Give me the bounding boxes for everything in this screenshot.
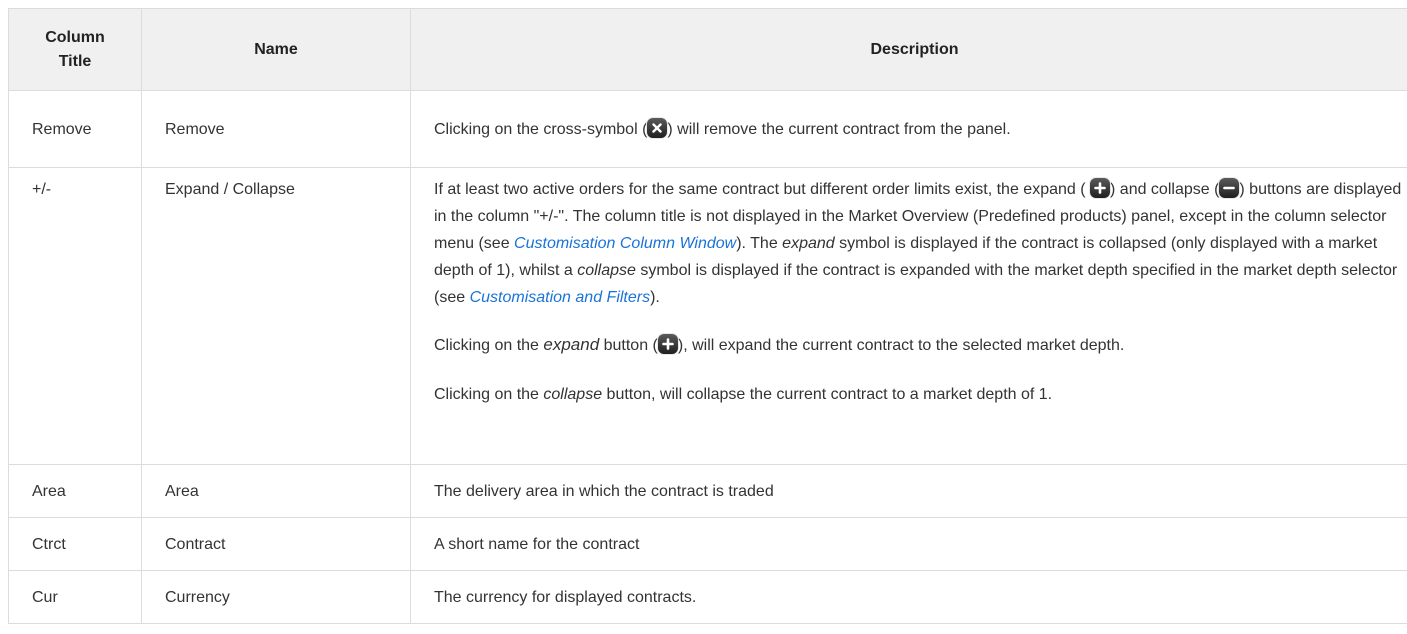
description-paragraph: Clicking on the collapse button, will co… bbox=[434, 381, 1407, 408]
cell-column-title: Area bbox=[8, 464, 142, 518]
header-row: Column Title Name Description bbox=[8, 8, 1407, 91]
cell-column-title: Remove bbox=[8, 90, 142, 168]
header-column-title: Column Title bbox=[8, 8, 142, 91]
table-row-contract: Ctrct Contract A short name for the cont… bbox=[8, 517, 1407, 571]
plus-icon bbox=[1090, 178, 1111, 198]
column-description-table: Column Title Name Description Remove Rem… bbox=[8, 8, 1407, 624]
table-row-remove: Remove Remove Clicking on the cross-symb… bbox=[8, 90, 1407, 168]
desc-text: ) will remove the current contract from … bbox=[667, 120, 1011, 138]
desc-text: If at least two active orders for the sa… bbox=[434, 181, 1091, 198]
desc-text: ) and collapse ( bbox=[1110, 181, 1220, 198]
desc-text: Clicking on the bbox=[434, 386, 544, 403]
cell-name: Currency bbox=[141, 570, 411, 624]
table-row-area: Area Area The delivery area in which the… bbox=[8, 464, 1407, 518]
cell-description: A short name for the contract bbox=[410, 517, 1407, 571]
cell-description: The delivery area in which the contract … bbox=[410, 464, 1407, 518]
desc-text: ). The bbox=[736, 235, 783, 252]
description-paragraph: Clicking on the expand button ( ), will e… bbox=[434, 331, 1407, 359]
cell-name: Remove bbox=[141, 90, 411, 168]
cell-column-title: Cur bbox=[8, 570, 142, 624]
cell-description: The currency for displayed contracts. bbox=[410, 570, 1407, 624]
table-header: Column Title Name Description bbox=[8, 8, 1407, 91]
desc-text: ), will expand the current contract to t… bbox=[677, 337, 1125, 354]
desc-text: Clicking on the bbox=[434, 337, 544, 354]
table-row-expand-collapse: +/- Expand / Collapse If at least two ac… bbox=[8, 167, 1407, 465]
table-body: Remove Remove Clicking on the cross-symb… bbox=[8, 90, 1407, 624]
cell-name: Expand / Collapse bbox=[141, 167, 411, 465]
table-row-currency: Cur Currency The currency for displayed … bbox=[8, 570, 1407, 624]
emphasis-expand: expand bbox=[543, 335, 600, 354]
cell-column-title: +/- bbox=[8, 167, 142, 465]
header-description: Description bbox=[410, 8, 1407, 91]
cell-description: Clicking on the cross-symbol ( ) will rem… bbox=[410, 90, 1407, 168]
emphasis-collapse: collapse bbox=[543, 386, 603, 403]
cell-name: Area bbox=[141, 464, 411, 518]
header-column-title-text: Column Title bbox=[45, 28, 105, 70]
desc-text: ). bbox=[650, 289, 660, 306]
emphasis-collapse: collapse bbox=[577, 262, 636, 279]
desc-text: button ( bbox=[599, 337, 658, 354]
plus-icon bbox=[657, 334, 678, 354]
cell-name: Contract bbox=[141, 517, 411, 571]
cross-icon bbox=[647, 117, 668, 138]
header-name: Name bbox=[141, 8, 411, 91]
minus-icon bbox=[1219, 178, 1240, 198]
customisation-column-window-link[interactable]: Customisation Column Window bbox=[514, 235, 736, 252]
desc-text: button, will collapse the current contra… bbox=[602, 386, 1053, 403]
description-paragraph: If at least two active orders for the sa… bbox=[434, 176, 1407, 311]
cell-description: If at least two active orders for the sa… bbox=[410, 167, 1407, 465]
emphasis-expand: expand bbox=[782, 235, 835, 252]
cell-column-title: Ctrct bbox=[8, 517, 142, 571]
customisation-and-filters-link[interactable]: Customisation and Filters bbox=[470, 289, 651, 306]
desc-text: Clicking on the cross-symbol ( bbox=[434, 120, 648, 138]
